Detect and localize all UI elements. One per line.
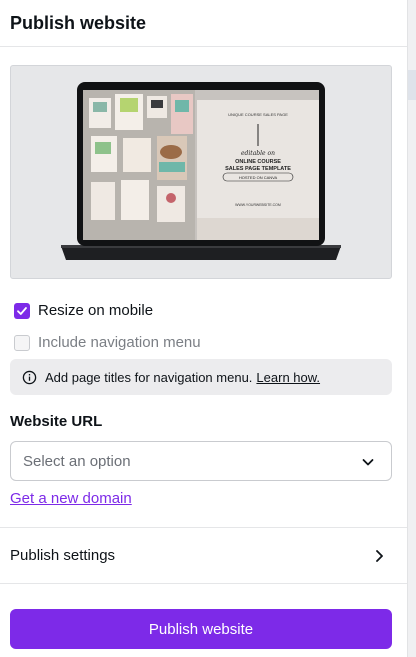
- preview-script: editable on: [241, 150, 275, 157]
- chevron-right-icon: [376, 550, 383, 562]
- website-preview: UNIQUE COURSE SALES PAGE editable on ONL…: [10, 65, 392, 279]
- panel-title: Publish website: [0, 0, 407, 47]
- get-new-domain-link[interactable]: Get a new domain: [10, 490, 132, 507]
- preview-title-2: SALES PAGE TEMPLATE: [225, 166, 291, 172]
- info-text: Add page titles for navigation menu.: [45, 369, 253, 385]
- resize-on-mobile-checkbox[interactable]: [14, 302, 30, 319]
- publish-settings-row[interactable]: Publish settings: [0, 528, 407, 583]
- include-navigation-menu-checkbox[interactable]: [14, 334, 30, 351]
- resize-on-mobile-label: Resize on mobile: [38, 302, 154, 319]
- publish-website-button[interactable]: Publish website: [10, 609, 392, 649]
- chevron-down-icon: [362, 459, 374, 466]
- checkmark-icon: [17, 306, 27, 315]
- publish-settings-label: Publish settings: [10, 547, 116, 564]
- preview-hosted: HOSTED ON CANVA: [239, 175, 278, 180]
- info-icon: [22, 370, 37, 384]
- preview-title-1: ONLINE COURSE: [235, 159, 281, 165]
- resize-on-mobile-option[interactable]: Resize on mobile: [14, 302, 153, 319]
- include-navigation-menu-label: Include navigation menu: [38, 334, 201, 351]
- website-url-placeholder: Select an option: [23, 452, 131, 470]
- learn-how-link[interactable]: Learn how.: [256, 370, 320, 385]
- include-navigation-menu-option[interactable]: Include navigation menu: [14, 334, 201, 351]
- preview-url: WWW.YOURWEBSITE.COM: [235, 203, 281, 207]
- laptop-mockup: UNIQUE COURSE SALES PAGE editable on ONL…: [61, 82, 341, 260]
- publish-website-panel: Publish website UNIQUE COURSE SALES PAGE…: [0, 0, 408, 657]
- divider: [0, 583, 407, 584]
- website-url-select[interactable]: Select an option: [10, 441, 392, 481]
- canvas-edge: [408, 0, 416, 657]
- canvas-edge-fragment: [408, 70, 416, 100]
- website-url-label: Website URL: [10, 413, 103, 430]
- navigation-info-banner: Add page titles for navigation menu. Lea…: [10, 359, 392, 395]
- preview-small-top: UNIQUE COURSE SALES PAGE: [228, 112, 288, 117]
